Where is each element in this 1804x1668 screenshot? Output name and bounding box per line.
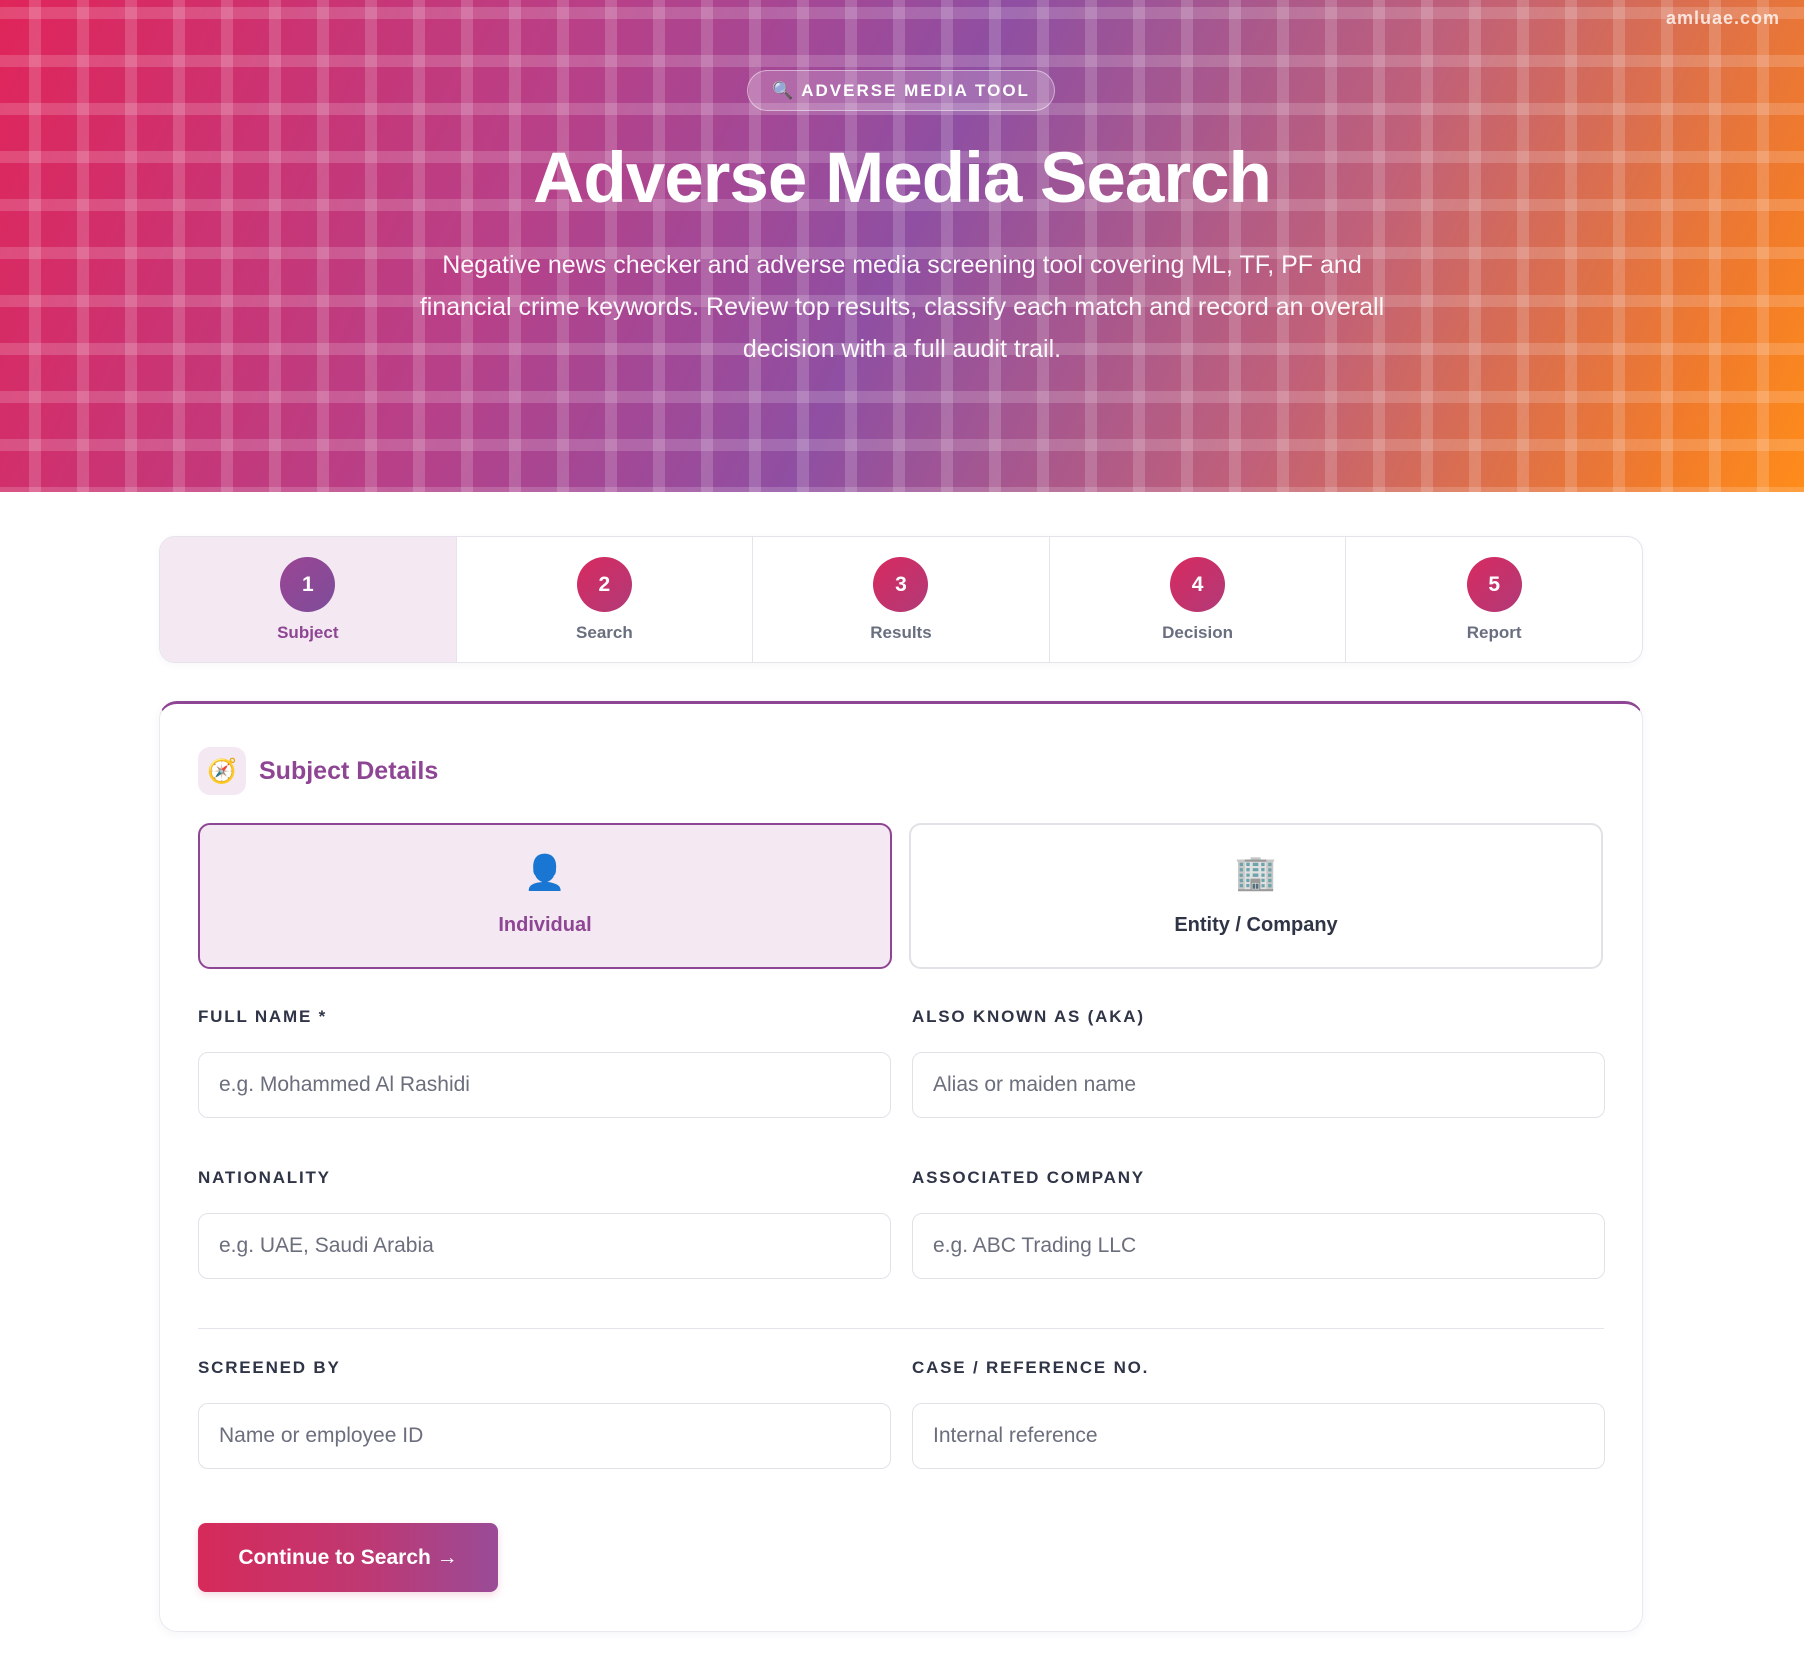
subject-type-label: Individual: [498, 914, 592, 936]
watermark: amluae.com: [1665, 8, 1780, 28]
step-results[interactable]: 3 Results: [753, 537, 1050, 662]
step-number: 5: [1466, 557, 1522, 612]
card-title: Subject Details: [259, 756, 439, 785]
aka-label: ALSO KNOWN AS (AKA): [912, 1007, 1145, 1026]
full-name-input[interactable]: [198, 1052, 891, 1118]
subject-type-individual[interactable]: 👤 Individual: [198, 823, 892, 969]
subject-details-card: 🧭 Subject Details 👤 Individual 🏢 Entity …: [159, 701, 1643, 1632]
aka-input[interactable]: [912, 1052, 1605, 1118]
continue-to-search-button[interactable]: Continue to Search →: [198, 1523, 498, 1592]
progress-stepper: 1 Subject 2 Search 3 Results 4 Decision …: [159, 536, 1643, 663]
screened-by-input[interactable]: [198, 1403, 891, 1469]
page-description: Negative news checker and adverse media …: [419, 251, 1385, 363]
screened-by-field: SCREENED BY: [198, 1357, 891, 1469]
step-label: Results: [870, 623, 932, 642]
nationality-label: NATIONALITY: [198, 1168, 331, 1187]
card-header: 🧭 Subject Details: [198, 747, 438, 795]
step-number: 3: [873, 557, 929, 612]
step-report[interactable]: 5 Report: [1346, 537, 1642, 662]
magnifier-icon: 🔍: [772, 80, 794, 100]
case-ref-field: CASE / REFERENCE NO.: [912, 1357, 1605, 1469]
associated-company-field: ASSOCIATED COMPANY: [912, 1167, 1605, 1279]
step-decision[interactable]: 4 Decision: [1050, 537, 1347, 662]
step-number: 4: [1170, 557, 1226, 612]
hero-banner: amluae.com 🔍 ADVERSE MEDIA TOOL Adverse …: [0, 0, 1804, 492]
person-icon: 👤: [523, 854, 567, 892]
nationality-field: NATIONALITY: [198, 1167, 891, 1279]
screened-by-label: SCREENED BY: [198, 1358, 341, 1377]
step-number: 2: [576, 557, 632, 612]
step-subject[interactable]: 1 Subject: [160, 537, 457, 662]
aka-field: ALSO KNOWN AS (AKA): [912, 1006, 1605, 1118]
step-label: Report: [1466, 623, 1522, 642]
nationality-input[interactable]: [198, 1213, 891, 1279]
office-building-icon: 🏢: [1234, 854, 1278, 892]
step-label: Subject: [277, 623, 339, 642]
subject-type-entity[interactable]: 🏢 Entity / Company: [909, 823, 1603, 969]
step-label: Search: [576, 623, 633, 642]
full-name-label: FULL NAME *: [198, 1007, 328, 1026]
step-search[interactable]: 2 Search: [457, 537, 754, 662]
step-label: Decision: [1162, 623, 1233, 642]
subject-type-selector: 👤 Individual 🏢 Entity / Company: [198, 823, 1603, 969]
subject-type-label: Entity / Company: [1174, 914, 1338, 936]
tool-badge-label: ADVERSE MEDIA TOOL: [801, 80, 1030, 100]
page-title: Adverse Media Search: [533, 139, 1272, 218]
associated-company-input[interactable]: [912, 1213, 1605, 1279]
step-number: 1: [280, 557, 336, 612]
compass-icon: 🧭: [198, 747, 246, 795]
case-ref-input[interactable]: [912, 1403, 1605, 1469]
associated-company-label: ASSOCIATED COMPANY: [912, 1168, 1145, 1187]
case-ref-label: CASE / REFERENCE NO.: [912, 1358, 1150, 1377]
section-divider: [198, 1328, 1604, 1329]
full-name-field: FULL NAME *: [198, 1006, 891, 1118]
tool-badge: 🔍 ADVERSE MEDIA TOOL: [747, 70, 1055, 111]
